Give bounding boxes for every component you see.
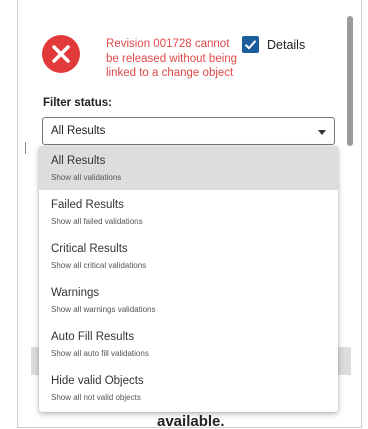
option-warnings[interactable]: Warnings Show all warnings validations xyxy=(39,278,338,322)
chevron-down-icon[interactable] xyxy=(318,130,326,135)
option-description: Show all auto fill validations xyxy=(51,349,149,358)
details-label[interactable]: Details xyxy=(267,38,305,52)
option-hide-valid-objects[interactable]: Hide valid Objects Show all not valid ob… xyxy=(39,366,338,410)
filter-dropdown-menu: All Results Show all validations Failed … xyxy=(39,146,338,412)
option-critical-results[interactable]: Critical Results Show all critical valid… xyxy=(39,234,338,278)
option-description: Show all not valid objects xyxy=(51,393,141,402)
option-title: Hide valid Objects xyxy=(51,375,144,387)
option-description: Show all validations xyxy=(51,173,122,182)
error-x-icon xyxy=(42,35,80,73)
option-title: Critical Results xyxy=(51,243,128,255)
background-message: available. xyxy=(157,413,225,428)
filter-status-label: Filter status: xyxy=(43,97,113,109)
option-failed-results[interactable]: Failed Results Show all failed validatio… xyxy=(39,190,338,234)
filter-status-select[interactable]: All Results xyxy=(42,117,335,145)
option-title: All Results xyxy=(51,155,106,167)
option-auto-fill-results[interactable]: Auto Fill Results Show all auto fill val… xyxy=(39,322,338,366)
option-all-results[interactable]: All Results Show all validations xyxy=(39,146,338,190)
select-value: All Results xyxy=(51,125,106,137)
option-description: Show all warnings validations xyxy=(51,305,156,314)
option-description: Show all critical validations xyxy=(51,261,147,270)
details-checkbox[interactable] xyxy=(242,36,259,53)
option-title: Failed Results xyxy=(51,199,124,211)
divider-tick xyxy=(25,142,26,154)
scrollbar-thumb[interactable] xyxy=(347,16,353,146)
option-description: Show all failed validations xyxy=(51,217,143,226)
option-title: Warnings xyxy=(51,287,100,299)
error-message: Revision 001728 cannot be released witho… xyxy=(106,38,238,79)
option-title: Auto Fill Results xyxy=(51,331,135,343)
